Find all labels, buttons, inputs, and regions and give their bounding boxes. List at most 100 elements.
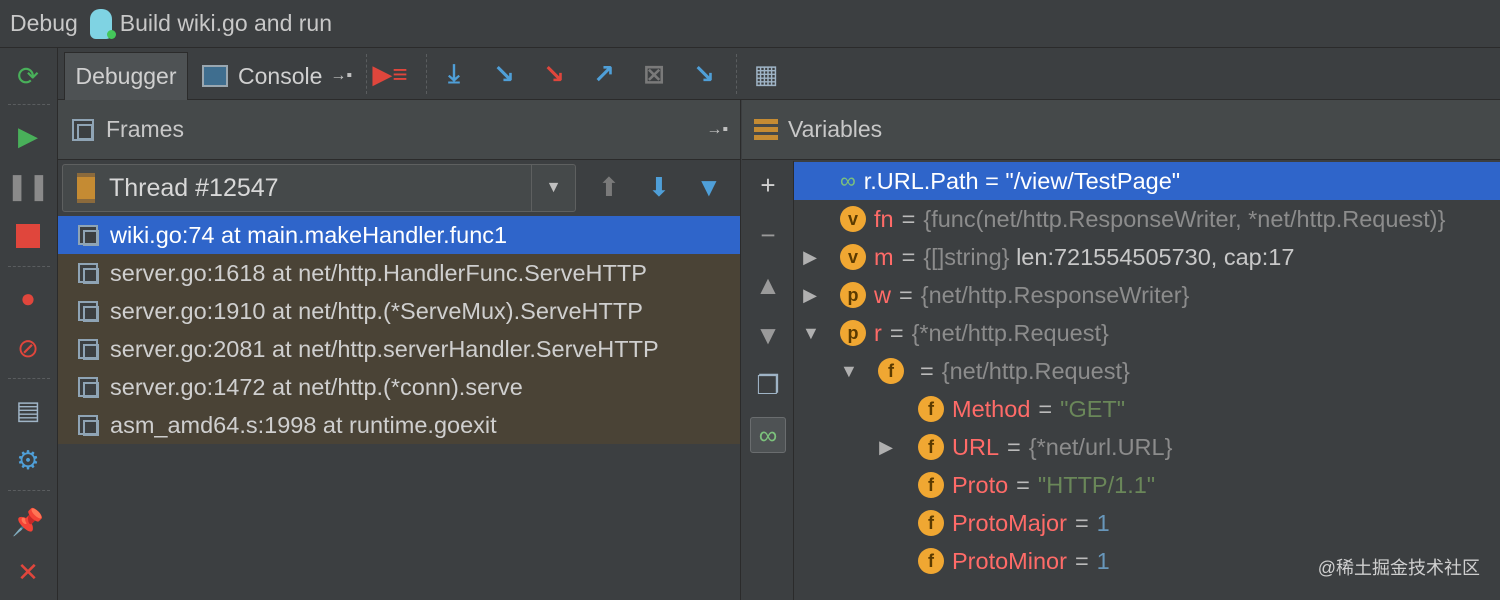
expand-arrow-icon[interactable]: ▶: [802, 285, 818, 306]
resume-icon[interactable]: ▶: [12, 120, 44, 152]
variable-value: 1: [1096, 547, 1110, 574]
step-over-icon[interactable]: ⤓: [436, 56, 472, 92]
collapse-arrow-icon[interactable]: ▼: [840, 361, 858, 382]
variable-name: Proto: [952, 471, 1009, 498]
variable-name: fn: [874, 205, 894, 232]
variables-toolbar: + − ▲ ▼ ❐ ∞: [742, 161, 794, 600]
variable-name: ProtoMinor: [952, 547, 1067, 574]
copy-icon[interactable]: ❐: [750, 367, 786, 403]
toolbar-separator: [426, 54, 427, 94]
show-execution-point-icon[interactable]: ▶≡: [372, 56, 408, 92]
mute-breakpoints-icon[interactable]: ⊘: [12, 332, 44, 364]
frame-list: wiki.go:74 at main.makeHandler.func1 ser…: [58, 216, 740, 444]
evaluate-expression-icon[interactable]: ▦: [748, 56, 784, 92]
frame-label: wiki.go:74 at main.makeHandler.func1: [110, 221, 508, 248]
frame-label: server.go:1618 at net/http.HandlerFunc.S…: [110, 259, 647, 286]
variable-row[interactable]: ▶ v m = {[]string} len:721554505730, cap:…: [794, 238, 1500, 276]
go-gopher-icon: [89, 8, 116, 39]
arrow-down-icon[interactable]: ⬇: [648, 172, 670, 203]
variable-row[interactable]: f Proto = "HTTP/1.1": [794, 466, 1500, 504]
variables-header: Variables: [742, 100, 1500, 160]
frame-row[interactable]: server.go:2081 at net/http.serverHandler…: [58, 330, 740, 368]
thread-selector[interactable]: Thread #12547 ▼: [62, 164, 576, 212]
frame-icon: [78, 415, 99, 436]
hide-panel-icon[interactable]: →▪: [706, 121, 728, 139]
step-into-icon[interactable]: ↘: [486, 56, 522, 92]
frame-row[interactable]: server.go:1618 at net/http.HandlerFunc.S…: [58, 254, 740, 292]
frame-label: server.go:1472 at net/http.(*conn).serve: [110, 373, 523, 400]
console-icon: [202, 65, 228, 87]
variable-row[interactable]: f ProtoMajor = 1: [794, 504, 1500, 542]
variable-badge-icon: v: [840, 206, 866, 232]
tab-debugger[interactable]: Debugger: [64, 52, 188, 100]
add-watch-icon[interactable]: +: [750, 167, 786, 203]
toolbar-separator: [8, 378, 50, 379]
move-down-icon[interactable]: ▼: [750, 317, 786, 353]
force-step-into-icon[interactable]: ↘: [536, 56, 572, 92]
toolbar-separator: [8, 490, 50, 491]
variable-value: "HTTP/1.1": [1037, 471, 1156, 498]
variable-badge-icon: f: [918, 396, 944, 422]
watch-row[interactable]: ∞ r.URL.Path = "/view/TestPage": [794, 162, 1500, 200]
rerun-icon[interactable]: ⟳: [12, 60, 44, 92]
title-bar: Debug Build wiki.go and run: [0, 0, 1500, 48]
settings-icon[interactable]: ⚙: [12, 444, 44, 476]
tab-console[interactable]: Console →▪: [198, 52, 352, 100]
variables-panel: Variables + − ▲ ▼ ❐ ∞ ∞ r.URL.Path = "/v…: [742, 100, 1500, 600]
variable-row[interactable]: ▼ f = {net/http.Request}: [794, 352, 1500, 390]
variable-type: {*net/http.Request}: [911, 319, 1109, 346]
variable-name: w: [874, 281, 891, 308]
variable-value: "GET": [1060, 395, 1126, 422]
frame-label: server.go:1910 at net/http.(*ServeMux).S…: [110, 297, 643, 324]
variable-badge-icon: p: [840, 282, 866, 308]
chevron-down-icon[interactable]: ▼: [531, 165, 575, 211]
run-to-cursor-icon[interactable]: ↘: [686, 56, 722, 92]
variable-row[interactable]: f Method = "GET": [794, 390, 1500, 428]
variable-name: m: [874, 243, 894, 270]
close-icon[interactable]: ✕: [12, 556, 44, 588]
variable-badge-icon: f: [918, 510, 944, 536]
frame-icon: [78, 377, 99, 398]
variable-row[interactable]: v fn = {func(net/http.ResponseWriter, *ne…: [794, 200, 1500, 238]
variables-title: Variables: [788, 116, 883, 142]
frame-icon: [78, 225, 99, 246]
toolbar-separator: [366, 54, 367, 94]
frame-row[interactable]: asm_amd64.s:1998 at runtime.goexit: [58, 406, 740, 444]
frame-row[interactable]: server.go:1472 at net/http.(*conn).serve: [58, 368, 740, 406]
collapse-arrow-icon[interactable]: ▼: [802, 323, 820, 344]
filter-icon[interactable]: ▼: [696, 172, 722, 203]
pause-icon[interactable]: ❚❚: [6, 170, 50, 202]
frame-icon: [78, 301, 99, 322]
stop-icon[interactable]: [12, 220, 44, 252]
step-out-icon[interactable]: ↗: [586, 56, 622, 92]
show-watches-icon[interactable]: ∞: [750, 417, 786, 453]
frame-row[interactable]: server.go:1910 at net/http.(*ServeMux).S…: [58, 292, 740, 330]
frames-panel: Frames →▪ Thread #12547 ▼ ⬆ ⬇ ▼ wiki.go:…: [58, 100, 741, 600]
watch-expression: r.URL.Path = "/view/TestPage": [863, 167, 1181, 194]
left-toolbar: ⟳ ▶ ❚❚ ● ⊘ ▤ ⚙ 📌 ✕: [0, 48, 58, 600]
thread-icon: [77, 173, 95, 203]
drop-frame-icon[interactable]: ⊠: [636, 56, 672, 92]
variable-row[interactable]: ▶ p w = {net/http.ResponseWriter}: [794, 276, 1500, 314]
toolbar-separator: [8, 104, 50, 105]
source-credit: @稀土掘金技术社区: [1317, 558, 1480, 578]
move-up-icon[interactable]: ▲: [750, 267, 786, 303]
variable-type: {net/http.Request}: [941, 357, 1130, 384]
frame-icon: [78, 263, 99, 284]
restore-layout-icon[interactable]: ▤: [12, 394, 44, 426]
view-breakpoints-icon[interactable]: ●: [12, 282, 44, 314]
remove-watch-icon[interactable]: −: [750, 217, 786, 253]
pin-arrow-icon[interactable]: →▪: [330, 67, 352, 85]
variable-value: len:721554505730, cap:17: [1016, 243, 1295, 270]
tab-debugger-label: Debugger: [75, 63, 177, 89]
variables-tree: ∞ r.URL.Path = "/view/TestPage" v fn = {f…: [794, 162, 1500, 580]
frame-row[interactable]: wiki.go:74 at main.makeHandler.func1: [58, 216, 740, 254]
variable-row[interactable]: ▼ p r = {*net/http.Request}: [794, 314, 1500, 352]
expand-arrow-icon[interactable]: ▶: [802, 247, 818, 268]
debug-window-label: Debug: [10, 10, 78, 36]
arrow-up-icon[interactable]: ⬆: [598, 172, 620, 203]
frames-header: Frames →▪: [58, 100, 740, 160]
pin-icon[interactable]: 📌: [12, 506, 44, 538]
variable-row[interactable]: ▶ f URL = {*net/url.URL}: [794, 428, 1500, 466]
expand-arrow-icon[interactable]: ▶: [878, 437, 894, 458]
